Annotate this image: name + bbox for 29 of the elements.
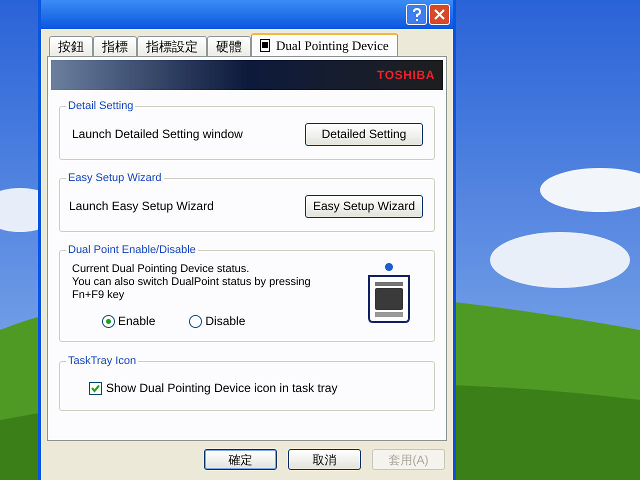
- status-text: Fn+F9 key: [72, 289, 126, 302]
- close-button[interactable]: [429, 4, 450, 25]
- tab[interactable]: Dual Pointing Device: [251, 33, 398, 56]
- tab[interactable]: 指標設定: [137, 36, 207, 56]
- group-description: Launch Detailed Setting window: [72, 126, 243, 143]
- close-icon: [434, 9, 445, 20]
- tab[interactable]: 指標: [93, 36, 137, 56]
- help-button[interactable]: [406, 4, 427, 25]
- question-mark-icon: [412, 8, 422, 22]
- dialog-button: 套用(A): [372, 449, 445, 470]
- radio-button[interactable]: [189, 314, 202, 328]
- dialog-button[interactable]: Detailed Setting: [305, 122, 423, 146]
- radio-option[interactable]: Enable: [102, 312, 156, 330]
- tab[interactable]: 硬體: [207, 36, 251, 56]
- radio-button[interactable]: [102, 314, 115, 328]
- dialog-button[interactable]: 取消: [288, 449, 361, 470]
- group-description: Launch Easy Setup Wizard: [69, 198, 214, 215]
- device-icon: [260, 39, 270, 52]
- group-title: Easy Setup Wizard: [66, 170, 164, 186]
- status-text: You can also switch DualPoint status by pressing: [72, 276, 311, 289]
- dialog-button[interactable]: 確定: [204, 449, 277, 470]
- group-title: TaskTray Icon: [66, 353, 138, 369]
- tab[interactable]: 按鈕: [49, 36, 93, 56]
- group-title: Detail Setting: [66, 98, 136, 114]
- dialog-button[interactable]: Easy Setup Wizard: [305, 194, 423, 218]
- radio-option[interactable]: Disable: [189, 312, 246, 330]
- checkbox[interactable]: [89, 382, 102, 394]
- status-text: Current Dual Pointing Device status.: [72, 263, 250, 276]
- brand-logo-text: TOSHIBA: [377, 67, 435, 84]
